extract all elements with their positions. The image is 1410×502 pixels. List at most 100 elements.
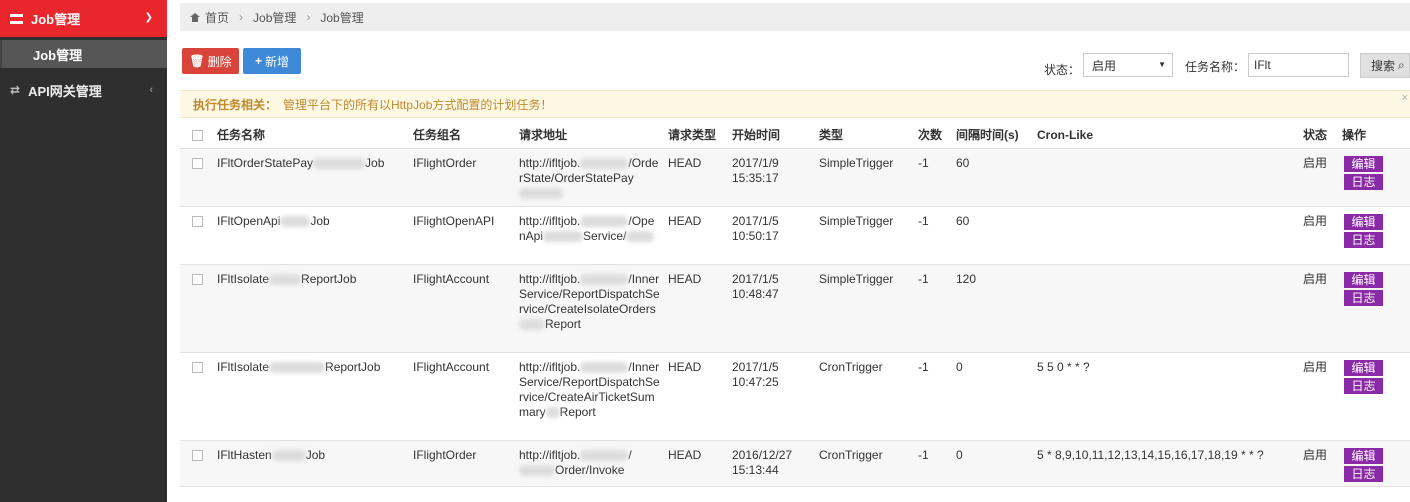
cell-request-type: HEAD xyxy=(664,440,728,487)
name-filter-label: 任务名称： xyxy=(1185,60,1246,74)
cell-status: 启用 xyxy=(1299,206,1338,265)
cell-cron xyxy=(1033,264,1299,353)
cell-task-group: IFlightAccount xyxy=(409,352,515,441)
cell-task-group: IFlightOrder xyxy=(409,148,515,207)
cell-task-group: IFlightOpenAPI xyxy=(409,206,515,265)
cell-start-time: 2017/1/5 10:50:17 xyxy=(728,206,815,265)
search-button[interactable]: 搜索 ⌕ xyxy=(1360,53,1410,78)
table-row: IFltIsolate ReportJob IFlightAccount http… xyxy=(180,352,1410,441)
breadcrumb-level1[interactable]: Job管理 xyxy=(253,9,296,26)
cell-cron xyxy=(1033,206,1299,265)
select-all-checkbox[interactable] xyxy=(192,130,203,142)
table-row: IFltOrderStatePay Job IFlightOrder http:/… xyxy=(180,148,1410,207)
cell-task-name: IFltOrderStatePay Job xyxy=(213,148,409,207)
log-button[interactable]: 日志 xyxy=(1344,231,1383,248)
cell-request-url: http://ifltjob./OpenApi Service/ xyxy=(515,206,664,265)
info-alert: 执行任务相关： 管理平台下的所有以HttpJob方式配置的计划任务！ × xyxy=(180,90,1410,118)
cell-interval: 0 xyxy=(952,440,1033,487)
edit-button[interactable]: 编辑 xyxy=(1344,359,1383,376)
delete-button[interactable]: 🗑 删除 xyxy=(182,48,239,74)
cell-request-type: HEAD xyxy=(664,264,728,353)
table-row: IFltOpenApi Job IFlightOpenAPI http://ifl… xyxy=(180,206,1410,265)
cell-start-time: 2017/1/9 15:35:17 xyxy=(728,148,815,207)
plus-icon: + xyxy=(254,54,262,68)
alert-message: 管理平台下的所有以HttpJob方式配置的计划任务！ xyxy=(283,97,553,112)
cell-request-url: http://ifltjob./InnerService/ReportDispa… xyxy=(515,352,664,441)
cell-cron: 5 * 8,9,10,11,12,13,14,15,16,17,18,19 * … xyxy=(1033,440,1299,487)
row-checkbox[interactable] xyxy=(192,273,203,285)
log-button[interactable]: 日志 xyxy=(1344,377,1383,394)
sidebar-item-job-management[interactable]: Job管理 ❯ xyxy=(0,0,167,37)
cell-count: -1 xyxy=(914,264,952,353)
cell-task-name: IFltIsolate ReportJob xyxy=(213,264,409,353)
cell-count: -1 xyxy=(914,148,952,207)
cell-trigger-type: SimpleTrigger xyxy=(815,148,914,207)
header-task-group: 任务组名 xyxy=(409,122,515,149)
cell-start-time: 2017/1/5 10:48:47 xyxy=(728,264,815,353)
cell-task-group: IFlightOrder xyxy=(409,440,515,487)
header-trigger-type: 类型 xyxy=(815,122,914,149)
cell-trigger-type: SimpleTrigger xyxy=(815,264,914,353)
cell-task-name: IFltHasten Job xyxy=(213,440,409,487)
cell-status: 启用 xyxy=(1299,148,1338,207)
close-icon[interactable]: × xyxy=(1402,92,1408,104)
cell-count: -1 xyxy=(914,352,952,441)
chevron-left-icon: ‹ xyxy=(149,84,153,96)
cell-count: -1 xyxy=(914,440,952,487)
status-select-value: 启用 xyxy=(1092,58,1117,73)
edit-button[interactable]: 编辑 xyxy=(1344,271,1383,288)
breadcrumb-level2: Job管理 xyxy=(320,10,364,25)
sidebar-subitem-label: Job管理 xyxy=(33,47,83,63)
cell-trigger-type: CronTrigger xyxy=(815,352,914,441)
header-request-type: 请求类型 xyxy=(664,122,728,149)
cell-task-name: IFltOpenApi Job xyxy=(213,206,409,265)
list-icon xyxy=(10,13,23,24)
cell-status: 启用 xyxy=(1299,440,1338,487)
cell-actions: 编辑 日志 xyxy=(1338,148,1410,207)
cell-request-url: http://ifltjob./OrderState/OrderStatePay xyxy=(515,148,664,207)
row-checkbox[interactable] xyxy=(192,215,203,227)
cell-task-name: IFltIsolate ReportJob xyxy=(213,352,409,441)
cell-interval: 60 xyxy=(952,148,1033,207)
task-name-input[interactable] xyxy=(1248,53,1349,77)
log-button[interactable]: 日志 xyxy=(1344,289,1383,306)
log-button[interactable]: 日志 xyxy=(1344,173,1383,190)
cell-status: 启用 xyxy=(1299,352,1338,441)
home-icon xyxy=(190,12,200,22)
header-task-name: 任务名称 xyxy=(213,122,409,149)
cell-request-type: HEAD xyxy=(664,206,728,265)
header-request-url: 请求地址 xyxy=(515,122,664,149)
log-button[interactable]: 日志 xyxy=(1344,465,1383,482)
status-select[interactable]: 启用 ▼ xyxy=(1083,53,1173,77)
edit-button[interactable]: 编辑 xyxy=(1344,447,1383,464)
edit-button[interactable]: 编辑 xyxy=(1344,213,1383,230)
sidebar-subitem-job-management[interactable]: Job管理 xyxy=(0,40,167,68)
cell-request-type: HEAD xyxy=(664,352,728,441)
sidebar-item-label: API网关管理 xyxy=(28,83,102,99)
alert-title: 执行任务相关： xyxy=(193,97,278,112)
row-checkbox[interactable] xyxy=(192,361,203,373)
cell-interval: 60 xyxy=(952,206,1033,265)
cell-actions: 编辑 日志 xyxy=(1338,352,1410,441)
sidebar: Job管理 ❯ Job管理 ⇄ API网关管理 ‹ xyxy=(0,0,167,502)
table-header-row: 任务名称 任务组名 请求地址 请求类型 开始时间 类型 次数 间隔时间(s) C… xyxy=(180,122,1410,149)
cell-count: -1 xyxy=(914,206,952,265)
caret-down-icon: ▼ xyxy=(1158,60,1166,69)
cell-trigger-type: SimpleTrigger xyxy=(815,206,914,265)
edit-button[interactable]: 编辑 xyxy=(1344,155,1383,172)
header-cron: Cron-Like xyxy=(1033,122,1299,149)
cell-request-url: http://ifltjob. / Order/Invoke xyxy=(515,440,664,487)
row-checkbox[interactable] xyxy=(192,449,203,461)
table-row: IFltHasten Job IFlightOrder http://ifltjo… xyxy=(180,440,1410,487)
row-checkbox[interactable] xyxy=(192,157,203,169)
header-interval: 间隔时间(s) xyxy=(952,122,1033,149)
breadcrumb-home[interactable]: 首页 xyxy=(205,9,229,26)
cell-actions: 编辑 日志 xyxy=(1338,206,1410,265)
trash-icon: 🗑 xyxy=(189,54,205,68)
header-start-time: 开始时间 xyxy=(728,122,815,149)
breadcrumb-separator: › xyxy=(239,10,244,24)
chevron-down-icon: ❯ xyxy=(144,12,153,23)
add-button[interactable]: + 新增 xyxy=(243,48,301,74)
sidebar-item-api-gateway[interactable]: ⇄ API网关管理 ‹ xyxy=(0,72,167,108)
cell-interval: 0 xyxy=(952,352,1033,441)
